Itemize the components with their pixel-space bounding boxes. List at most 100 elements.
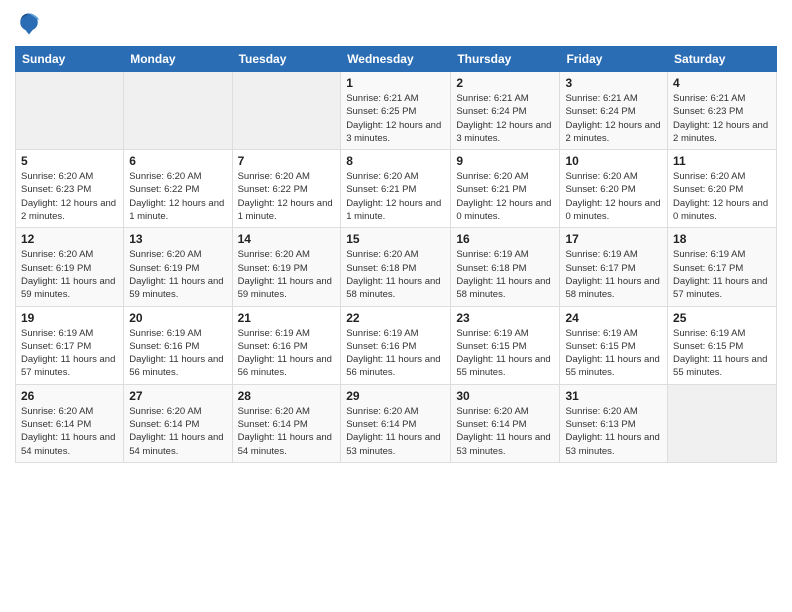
day-number: 14 xyxy=(238,232,336,246)
calendar-cell: 27 Sunrise: 6:20 AM Sunset: 6:14 PM Dayli… xyxy=(124,384,232,462)
calendar-cell: 20Sunrise: 6:19 AM Sunset: 6:16 PM Dayli… xyxy=(124,306,232,384)
day-info: Sunrise: 6:20 AM Sunset: 6:23 PM Dayligh… xyxy=(21,170,118,223)
calendar-week-row: 19Sunrise: 6:19 AM Sunset: 6:17 PM Dayli… xyxy=(16,306,777,384)
day-info: Sunrise: 6:20 AM Sunset: 6:21 PM Dayligh… xyxy=(456,170,554,223)
day-number: 8 xyxy=(346,154,445,168)
calendar-cell xyxy=(16,72,124,150)
calendar-cell: 12 Sunrise: 6:20 AM Sunset: 6:19 PM Dayli… xyxy=(16,228,124,306)
day-number: 24 xyxy=(565,311,662,325)
calendar-cell: 11 Sunrise: 6:20 AM Sunset: 6:20 PM Dayli… xyxy=(668,150,777,228)
day-number: 28 xyxy=(238,389,336,403)
calendar-week-row: 26Sunrise: 6:20 AM Sunset: 6:14 PM Dayli… xyxy=(16,384,777,462)
day-number: 15 xyxy=(346,232,445,246)
day-number: 3 xyxy=(565,76,662,90)
day-number: 2 xyxy=(456,76,554,90)
day-info: Sunrise: 6:20 AM Sunset: 6:14 PM Dayligh… xyxy=(21,405,118,458)
logo xyxy=(15,10,47,38)
calendar-cell: 6 Sunrise: 6:20 AM Sunset: 6:22 PM Daylig… xyxy=(124,150,232,228)
day-info: Sunrise: 6:20 AM Sunset: 6:20 PM Dayligh… xyxy=(565,170,662,223)
day-info: Sunrise: 6:20 AM Sunset: 6:14 PM Dayligh… xyxy=(346,405,445,458)
calendar-week-row: 5 Sunrise: 6:20 AM Sunset: 6:23 PM Daylig… xyxy=(16,150,777,228)
day-number: 12 xyxy=(21,232,118,246)
calendar-cell: 1 Sunrise: 6:21 AM Sunset: 6:25 PM Daylig… xyxy=(341,72,451,150)
calendar-cell: 3 Sunrise: 6:21 AM Sunset: 6:24 PM Daylig… xyxy=(560,72,668,150)
day-info: Sunrise: 6:19 AM Sunset: 6:15 PM Dayligh… xyxy=(456,327,554,380)
day-number: 27 xyxy=(129,389,226,403)
calendar-week-row: 1 Sunrise: 6:21 AM Sunset: 6:25 PM Daylig… xyxy=(16,72,777,150)
calendar-cell: 15Sunrise: 6:20 AM Sunset: 6:18 PM Dayli… xyxy=(341,228,451,306)
calendar-cell: 28 Sunrise: 6:20 AM Sunset: 6:14 PM Dayli… xyxy=(232,384,341,462)
calendar-header-row: Sunday Monday Tuesday Wednesday Thursday… xyxy=(16,47,777,72)
day-number: 29 xyxy=(346,389,445,403)
calendar-cell: 8 Sunrise: 6:20 AM Sunset: 6:21 PM Daylig… xyxy=(341,150,451,228)
calendar-cell: 5 Sunrise: 6:20 AM Sunset: 6:23 PM Daylig… xyxy=(16,150,124,228)
calendar-cell: 7Sunrise: 6:20 AM Sunset: 6:22 PM Daylig… xyxy=(232,150,341,228)
day-number: 20 xyxy=(129,311,226,325)
calendar-week-row: 12 Sunrise: 6:20 AM Sunset: 6:19 PM Dayli… xyxy=(16,228,777,306)
day-info: Sunrise: 6:21 AM Sunset: 6:24 PM Dayligh… xyxy=(456,92,554,145)
day-number: 18 xyxy=(673,232,771,246)
day-info: Sunrise: 6:20 AM Sunset: 6:13 PM Dayligh… xyxy=(565,405,662,458)
day-info: Sunrise: 6:21 AM Sunset: 6:25 PM Dayligh… xyxy=(346,92,445,145)
day-number: 1 xyxy=(346,76,445,90)
day-number: 17 xyxy=(565,232,662,246)
day-number: 16 xyxy=(456,232,554,246)
day-number: 6 xyxy=(129,154,226,168)
day-info: Sunrise: 6:19 AM Sunset: 6:17 PM Dayligh… xyxy=(21,327,118,380)
day-number: 5 xyxy=(21,154,118,168)
day-number: 23 xyxy=(456,311,554,325)
calendar-cell xyxy=(668,384,777,462)
calendar-cell: 24 Sunrise: 6:19 AM Sunset: 6:15 PM Dayli… xyxy=(560,306,668,384)
day-number: 13 xyxy=(129,232,226,246)
page: Sunday Monday Tuesday Wednesday Thursday… xyxy=(0,0,792,612)
day-number: 30 xyxy=(456,389,554,403)
calendar-cell: 21 Sunrise: 6:19 AM Sunset: 6:16 PM Dayli… xyxy=(232,306,341,384)
day-info: Sunrise: 6:20 AM Sunset: 6:20 PM Dayligh… xyxy=(673,170,771,223)
day-info: Sunrise: 6:19 AM Sunset: 6:15 PM Dayligh… xyxy=(565,327,662,380)
calendar-cell: 9 Sunrise: 6:20 AM Sunset: 6:21 PM Daylig… xyxy=(451,150,560,228)
day-number: 9 xyxy=(456,154,554,168)
day-info: Sunrise: 6:19 AM Sunset: 6:17 PM Dayligh… xyxy=(673,248,771,301)
calendar-cell: 30 Sunrise: 6:20 AM Sunset: 6:14 PM Dayli… xyxy=(451,384,560,462)
calendar-cell: 26Sunrise: 6:20 AM Sunset: 6:14 PM Dayli… xyxy=(16,384,124,462)
day-number: 25 xyxy=(673,311,771,325)
calendar-cell xyxy=(124,72,232,150)
day-info: Sunrise: 6:20 AM Sunset: 6:21 PM Dayligh… xyxy=(346,170,445,223)
day-info: Sunrise: 6:19 AM Sunset: 6:15 PM Dayligh… xyxy=(673,327,771,380)
day-number: 10 xyxy=(565,154,662,168)
day-info: Sunrise: 6:21 AM Sunset: 6:24 PM Dayligh… xyxy=(565,92,662,145)
calendar-cell: 14 Sunrise: 6:20 AM Sunset: 6:19 PM Dayli… xyxy=(232,228,341,306)
header-saturday: Saturday xyxy=(668,47,777,72)
header-tuesday: Tuesday xyxy=(232,47,341,72)
day-number: 31 xyxy=(565,389,662,403)
day-info: Sunrise: 6:19 AM Sunset: 6:16 PM Dayligh… xyxy=(346,327,445,380)
calendar-cell: 31 Sunrise: 6:20 AM Sunset: 6:13 PM Dayli… xyxy=(560,384,668,462)
calendar-cell: 2 Sunrise: 6:21 AM Sunset: 6:24 PM Daylig… xyxy=(451,72,560,150)
day-info: Sunrise: 6:21 AM Sunset: 6:23 PM Dayligh… xyxy=(673,92,771,145)
header-thursday: Thursday xyxy=(451,47,560,72)
day-info: Sunrise: 6:20 AM Sunset: 6:19 PM Dayligh… xyxy=(238,248,336,301)
day-info: Sunrise: 6:19 AM Sunset: 6:16 PM Dayligh… xyxy=(238,327,336,380)
day-number: 7 xyxy=(238,154,336,168)
day-number: 4 xyxy=(673,76,771,90)
header-sunday: Sunday xyxy=(16,47,124,72)
calendar-cell: 22 Sunrise: 6:19 AM Sunset: 6:16 PM Dayli… xyxy=(341,306,451,384)
day-info: Sunrise: 6:19 AM Sunset: 6:18 PM Dayligh… xyxy=(456,248,554,301)
calendar-cell: 10 Sunrise: 6:20 AM Sunset: 6:20 PM Dayli… xyxy=(560,150,668,228)
calendar-cell: 23 Sunrise: 6:19 AM Sunset: 6:15 PM Dayli… xyxy=(451,306,560,384)
calendar-cell: 19Sunrise: 6:19 AM Sunset: 6:17 PM Dayli… xyxy=(16,306,124,384)
day-number: 21 xyxy=(238,311,336,325)
calendar-cell: 13Sunrise: 6:20 AM Sunset: 6:19 PM Dayli… xyxy=(124,228,232,306)
day-info: Sunrise: 6:20 AM Sunset: 6:22 PM Dayligh… xyxy=(129,170,226,223)
day-info: Sunrise: 6:20 AM Sunset: 6:14 PM Dayligh… xyxy=(456,405,554,458)
calendar-cell: 4 Sunrise: 6:21 AM Sunset: 6:23 PM Daylig… xyxy=(668,72,777,150)
header-monday: Monday xyxy=(124,47,232,72)
header xyxy=(15,10,777,38)
header-friday: Friday xyxy=(560,47,668,72)
logo-icon xyxy=(15,10,43,38)
day-info: Sunrise: 6:20 AM Sunset: 6:19 PM Dayligh… xyxy=(21,248,118,301)
day-number: 22 xyxy=(346,311,445,325)
day-info: Sunrise: 6:20 AM Sunset: 6:14 PM Dayligh… xyxy=(129,405,226,458)
day-number: 11 xyxy=(673,154,771,168)
day-info: Sunrise: 6:20 AM Sunset: 6:14 PM Dayligh… xyxy=(238,405,336,458)
